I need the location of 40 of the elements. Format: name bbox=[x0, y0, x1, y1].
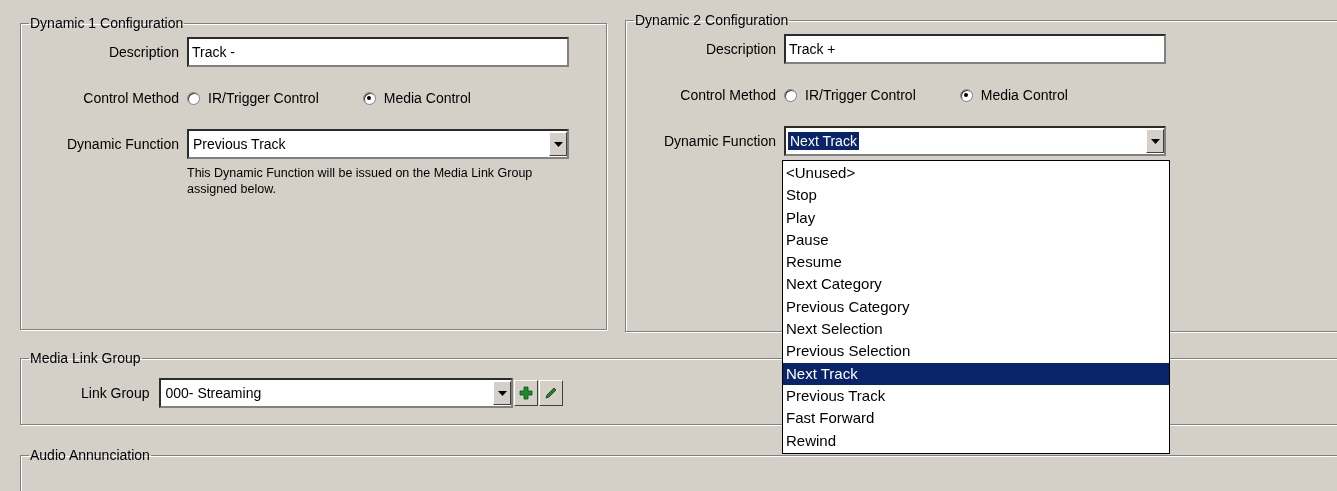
dropdown-option[interactable]: Pause bbox=[783, 228, 1169, 252]
plus-icon bbox=[519, 386, 534, 400]
field-label: Description bbox=[704, 41, 776, 57]
dropdown-option[interactable]: Fast Forward bbox=[783, 407, 1169, 430]
dropdown-option[interactable]: Next Selection bbox=[783, 318, 1169, 341]
dropdown-option[interactable]: <Unused> bbox=[783, 162, 1169, 185]
edit-button[interactable] bbox=[539, 380, 564, 406]
description-field[interactable]: Track + bbox=[784, 34, 1166, 64]
help-text: This Dynamic Function will be issued on the Media Link Group assigned below. bbox=[187, 165, 534, 197]
add-button[interactable] bbox=[514, 380, 539, 406]
function-dropdown[interactable]: Previous Track bbox=[187, 129, 569, 159]
field-label: Description bbox=[107, 44, 179, 60]
dropdown-option[interactable]: Next Category bbox=[783, 273, 1169, 296]
function-dropdown[interactable]: Next Track bbox=[784, 126, 1166, 156]
field-label: Dynamic Function bbox=[662, 133, 776, 149]
pencil-icon bbox=[544, 386, 559, 400]
radio-button[interactable] bbox=[784, 88, 797, 102]
dropdown-option[interactable]: Previous Selection bbox=[783, 340, 1169, 363]
radio-label: IR/Trigger Control bbox=[208, 90, 319, 106]
field-label: Link Group bbox=[81, 385, 150, 401]
group-title: Media Link Group bbox=[29, 350, 142, 366]
radio-button[interactable] bbox=[187, 91, 200, 105]
link-group-dropdown[interactable]: 000- Streaming bbox=[159, 378, 514, 408]
description-field[interactable]: Track - bbox=[187, 37, 569, 67]
dropdown-option[interactable]: Play bbox=[783, 206, 1169, 229]
dropdown-option[interactable]: Stop bbox=[783, 184, 1169, 207]
dropdown-option[interactable]: Previous Category bbox=[783, 295, 1169, 319]
dropdown-option[interactable]: Rewind bbox=[783, 429, 1169, 452]
field-label: Control Method bbox=[82, 90, 179, 106]
radio-label: Media Control bbox=[980, 87, 1068, 103]
group-title: Audio Annunciation bbox=[29, 447, 151, 463]
dropdown-option[interactable]: Next Track bbox=[783, 362, 1169, 385]
group-title: Dynamic 2 Configuration bbox=[634, 12, 790, 28]
radio-label: Media Control bbox=[383, 90, 471, 106]
group-title: Dynamic 1 Configuration bbox=[29, 15, 185, 31]
radio-label: IR/Trigger Control bbox=[805, 87, 916, 103]
dropdown-option[interactable]: Resume bbox=[783, 251, 1169, 274]
dropdown-option[interactable]: Previous Track bbox=[783, 384, 1169, 408]
field-label: Dynamic Function bbox=[65, 136, 179, 152]
field-label: Control Method bbox=[679, 87, 776, 103]
